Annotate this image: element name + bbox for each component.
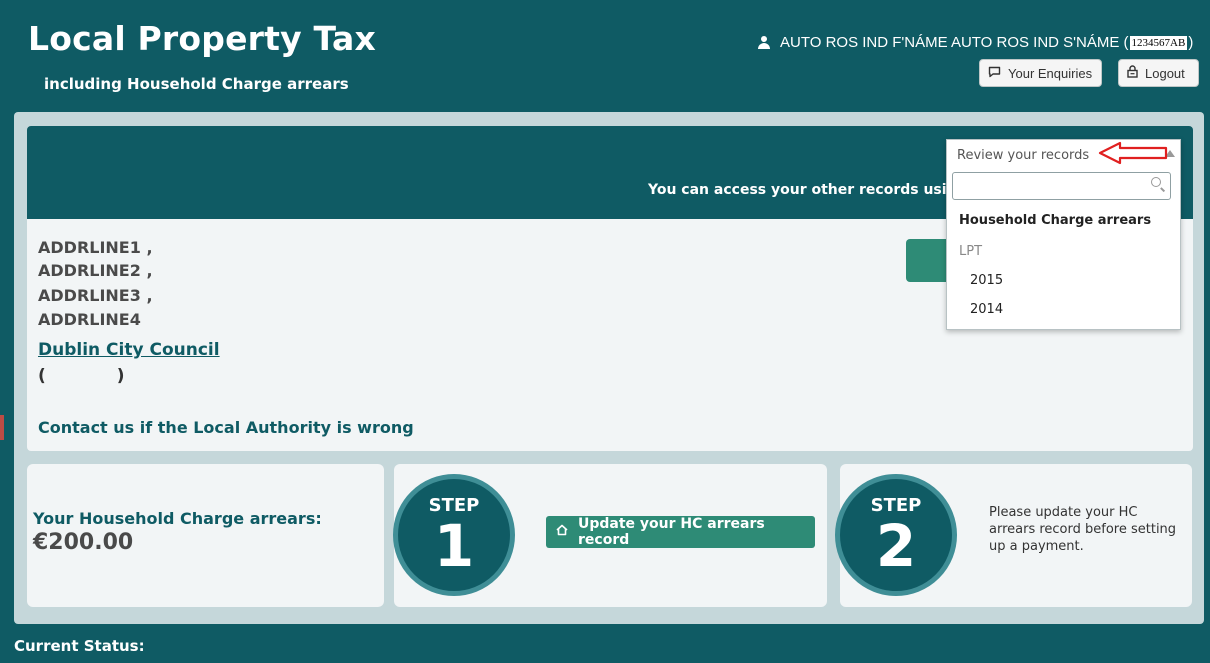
step2-instructions: Please update your HC arrears record bef… — [989, 505, 1177, 554]
your-enquiries-button[interactable]: Your Enquiries — [979, 59, 1102, 87]
logout-button[interactable]: Logout — [1118, 59, 1199, 87]
contact-us-link[interactable]: Contact us if the Local Authority is wro… — [38, 418, 414, 437]
step2-number: 2 — [875, 512, 917, 580]
step1-number: 1 — [433, 512, 475, 580]
user-ref-close: ) — [1188, 34, 1194, 51]
update-hc-arrears-label: Update your HC arrears record — [578, 516, 765, 548]
red-arrow-annotation-icon — [1098, 141, 1168, 165]
card-notch — [384, 527, 393, 545]
address-line-3: ADDRLINE3 , — [38, 286, 153, 305]
property-id-placeholder: ( ) — [38, 366, 125, 386]
step2-badge: STEP 2 — [835, 474, 957, 596]
speech-bubble-icon — [988, 66, 1001, 81]
arrears-label: Your Household Charge arrears: — [33, 509, 322, 528]
user-info: AUTO ROS IND F'NÁME AUTO ROS IND S'NÁME … — [758, 34, 1193, 51]
arrears-value: €200.00 — [33, 530, 134, 555]
logout-label: Logout — [1145, 65, 1185, 81]
address-line-1: ADDRLINE1 , — [38, 238, 153, 257]
dropdown-item-household-charge[interactable]: Household Charge arrears — [959, 213, 1151, 228]
address-line-2: ADDRLINE2 , — [38, 261, 153, 280]
your-enquiries-label: Your Enquiries — [1008, 65, 1093, 81]
user-icon — [758, 35, 770, 50]
dropdown-item-2014[interactable]: 2014 — [970, 302, 1003, 317]
records-search-input[interactable] — [952, 172, 1171, 200]
step1-badge: STEP 1 — [393, 474, 515, 596]
user-name: AUTO ROS IND F'NÁME AUTO ROS IND S'NÁME … — [780, 34, 1129, 51]
lock-icon — [1127, 65, 1138, 81]
search-icon — [1151, 177, 1161, 187]
update-hc-arrears-button[interactable]: Update your HC arrears record — [546, 516, 815, 548]
edge-annotation-mark — [0, 415, 4, 440]
dropdown-group-lpt: LPT — [959, 244, 983, 259]
review-records-dropdown: Review your records Household Charge arr… — [946, 139, 1181, 330]
user-ref-number: 1234567AB — [1129, 35, 1188, 50]
home-icon — [556, 524, 568, 540]
dropdown-item-2015[interactable]: 2015 — [970, 273, 1003, 288]
local-authority-link[interactable]: Dublin City Council — [38, 340, 220, 360]
page-subtitle: including Household Charge arrears — [44, 75, 349, 93]
address-line-4: ADDRLINE4 — [38, 310, 141, 329]
dropdown-header[interactable]: Review your records — [957, 148, 1089, 163]
current-status-heading: Current Status: — [14, 637, 145, 655]
page-title: Local Property Tax — [28, 19, 376, 58]
